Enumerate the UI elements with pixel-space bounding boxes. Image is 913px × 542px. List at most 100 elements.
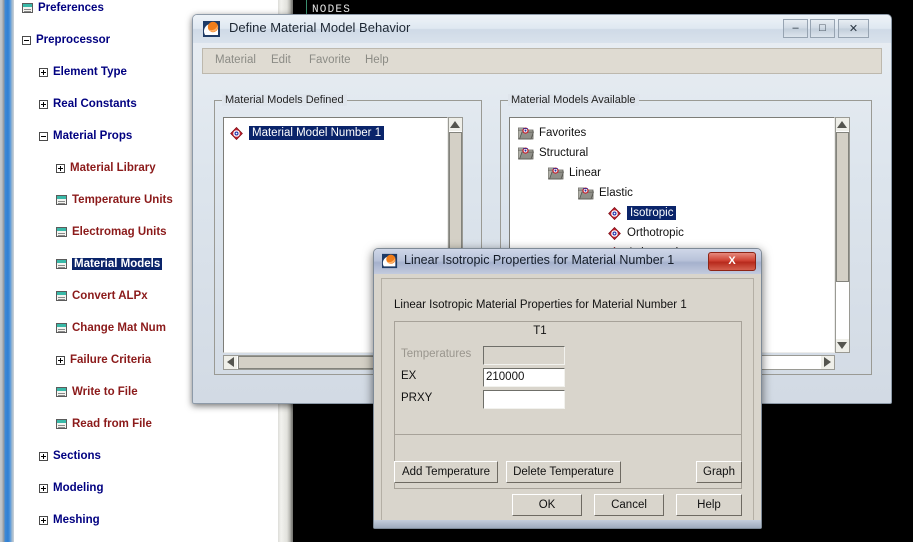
sidebar-item-label: Temperature Units [72, 194, 173, 206]
table-row: PRXY [401, 390, 737, 409]
table-row: Temperatures [401, 346, 737, 365]
help-button[interactable]: Help [676, 494, 742, 516]
sidebar-item-label: Change Mat Num [72, 322, 166, 334]
menu-item-icon [56, 291, 67, 301]
close-button[interactable]: ✕ [838, 19, 869, 38]
material-models-available-label: Material Models Available [508, 94, 639, 106]
properties-table: T1 Temperatures EX 210000 PRXY [394, 321, 742, 435]
sidebar-item-meshing[interactable]: Meshing [14, 512, 278, 528]
close-icon: X [728, 255, 736, 267]
menu-edit[interactable]: Edit [271, 54, 291, 66]
define-window-menubar[interactable]: Material Edit Favorite Help [202, 48, 882, 74]
list-item[interactable]: Material Model Number 1 [230, 124, 385, 142]
tree-item-favorites[interactable]: Favorites [517, 124, 587, 142]
sidebar-item-label: Meshing [53, 514, 100, 526]
sidebar-item-label: Preferences [38, 2, 104, 14]
sidebar-item-label: Material Props [53, 130, 133, 142]
menu-help[interactable]: Help [365, 54, 389, 66]
close-icon: ✕ [848, 23, 859, 35]
folder-icon [547, 167, 565, 180]
material-property-icon [608, 206, 621, 220]
tree-item-label: Linear [569, 167, 601, 179]
menu-item-icon [56, 195, 67, 205]
tree-item-isotropic[interactable]: Isotropic [608, 204, 677, 222]
menu-favorite[interactable]: Favorite [309, 54, 351, 66]
tree-item-label: Structural [539, 147, 589, 159]
delete-temperature-button[interactable]: Delete Temperature [506, 461, 621, 483]
tree-item-label: Elastic [599, 187, 633, 199]
sidebar-item-label: Material Library [70, 162, 156, 174]
material-property-icon [230, 126, 243, 140]
tree-item-label: Favorites [539, 127, 587, 139]
sidebar-item-label: Element Type [53, 66, 127, 78]
ansys-logo-icon [203, 21, 220, 37]
available-scroll-down-arrow[interactable] [836, 339, 849, 352]
sidebar-item-label: Write to File [72, 386, 138, 398]
main-menu-left-border[interactable] [0, 0, 14, 542]
sidebar-item-label: Electromag Units [72, 226, 167, 238]
ex-input[interactable]: 210000 [483, 368, 565, 387]
menu-item-icon [56, 387, 67, 397]
expand-plus-icon[interactable] [56, 163, 65, 173]
folder-icon [517, 127, 535, 140]
tree-item-linear[interactable]: Linear [547, 164, 601, 182]
properties-close-button[interactable]: X [708, 252, 756, 271]
expand-plus-icon[interactable] [39, 515, 48, 525]
prxy-input[interactable] [483, 390, 565, 409]
folder-icon [577, 187, 595, 200]
expand-plus-icon[interactable] [56, 355, 65, 365]
sidebar-item-label: Material Models [72, 258, 163, 270]
collapse-minus-icon[interactable] [39, 131, 48, 141]
menu-material[interactable]: Material [215, 54, 256, 66]
sidebar-item-label: Preprocessor [36, 34, 111, 46]
maximize-icon: □ [819, 22, 826, 34]
defined-scroll-left-arrow[interactable] [224, 356, 237, 369]
expand-plus-icon[interactable] [39, 67, 48, 77]
graphics-tick-mark [306, 0, 307, 14]
collapse-minus-icon[interactable] [22, 35, 31, 45]
properties-dialog-body: Linear Isotropic Material Properties for… [381, 278, 754, 521]
sidebar-item-sections[interactable]: Sections [14, 448, 278, 464]
material-property-icon [608, 226, 621, 240]
available-scroll-thumb[interactable] [836, 132, 849, 282]
sidebar-item-label: Modeling [53, 482, 104, 494]
list-item-label: Material Model Number 1 [249, 126, 385, 140]
sidebar-item-modeling[interactable]: Modeling [14, 480, 278, 496]
row-label-prxy: PRXY [401, 392, 433, 404]
define-window-title: Define Material Model Behavior [229, 20, 411, 35]
row-label-ex: EX [401, 370, 417, 382]
sidebar-item-label: Read from File [72, 418, 152, 430]
temperatures-input [483, 346, 565, 365]
ok-button[interactable]: OK [512, 494, 582, 516]
tree-item-orthotropic[interactable]: Orthotropic [608, 224, 684, 242]
add-temperature-button[interactable]: Add Temperature [394, 461, 498, 483]
cancel-button[interactable]: Cancel [594, 494, 664, 516]
table-row: EX 210000 [401, 368, 737, 387]
available-list-vscrollbar[interactable] [835, 117, 850, 353]
column-header-t1: T1 [533, 325, 547, 337]
expand-plus-icon[interactable] [39, 99, 48, 109]
tree-item-label: Orthotropic [627, 227, 684, 239]
maximize-button[interactable]: □ [810, 19, 835, 38]
define-window-titlebar[interactable]: Define Material Model Behavior – □ ✕ [193, 15, 891, 43]
folder-icon [517, 147, 535, 160]
menu-item-icon [56, 227, 67, 237]
expand-plus-icon[interactable] [39, 483, 48, 493]
minimize-button[interactable]: – [783, 19, 808, 38]
properties-dialog-bottom-edge [374, 520, 761, 528]
tree-item-label: Isotropic [627, 206, 677, 220]
tree-item-structural[interactable]: Structural [517, 144, 589, 162]
material-models-defined-label: Material Models Defined [222, 94, 347, 106]
properties-dialog-titlebar[interactable]: Linear Isotropic Properties for Material… [374, 249, 761, 274]
expand-plus-icon[interactable] [39, 451, 48, 461]
graph-button[interactable]: Graph [696, 461, 742, 483]
menu-item-icon [22, 3, 33, 13]
defined-scroll-up-arrow[interactable] [449, 118, 462, 131]
available-scroll-up-arrow[interactable] [836, 118, 849, 131]
minimize-icon: – [792, 22, 799, 34]
row-label-temperatures: Temperatures [401, 348, 472, 360]
available-scroll-right-arrow[interactable] [821, 356, 834, 369]
tree-item-elastic[interactable]: Elastic [577, 184, 633, 202]
sidebar-item-read-from-file[interactable]: Read from File [14, 416, 278, 432]
sidebar-item-label: Real Constants [53, 98, 137, 110]
